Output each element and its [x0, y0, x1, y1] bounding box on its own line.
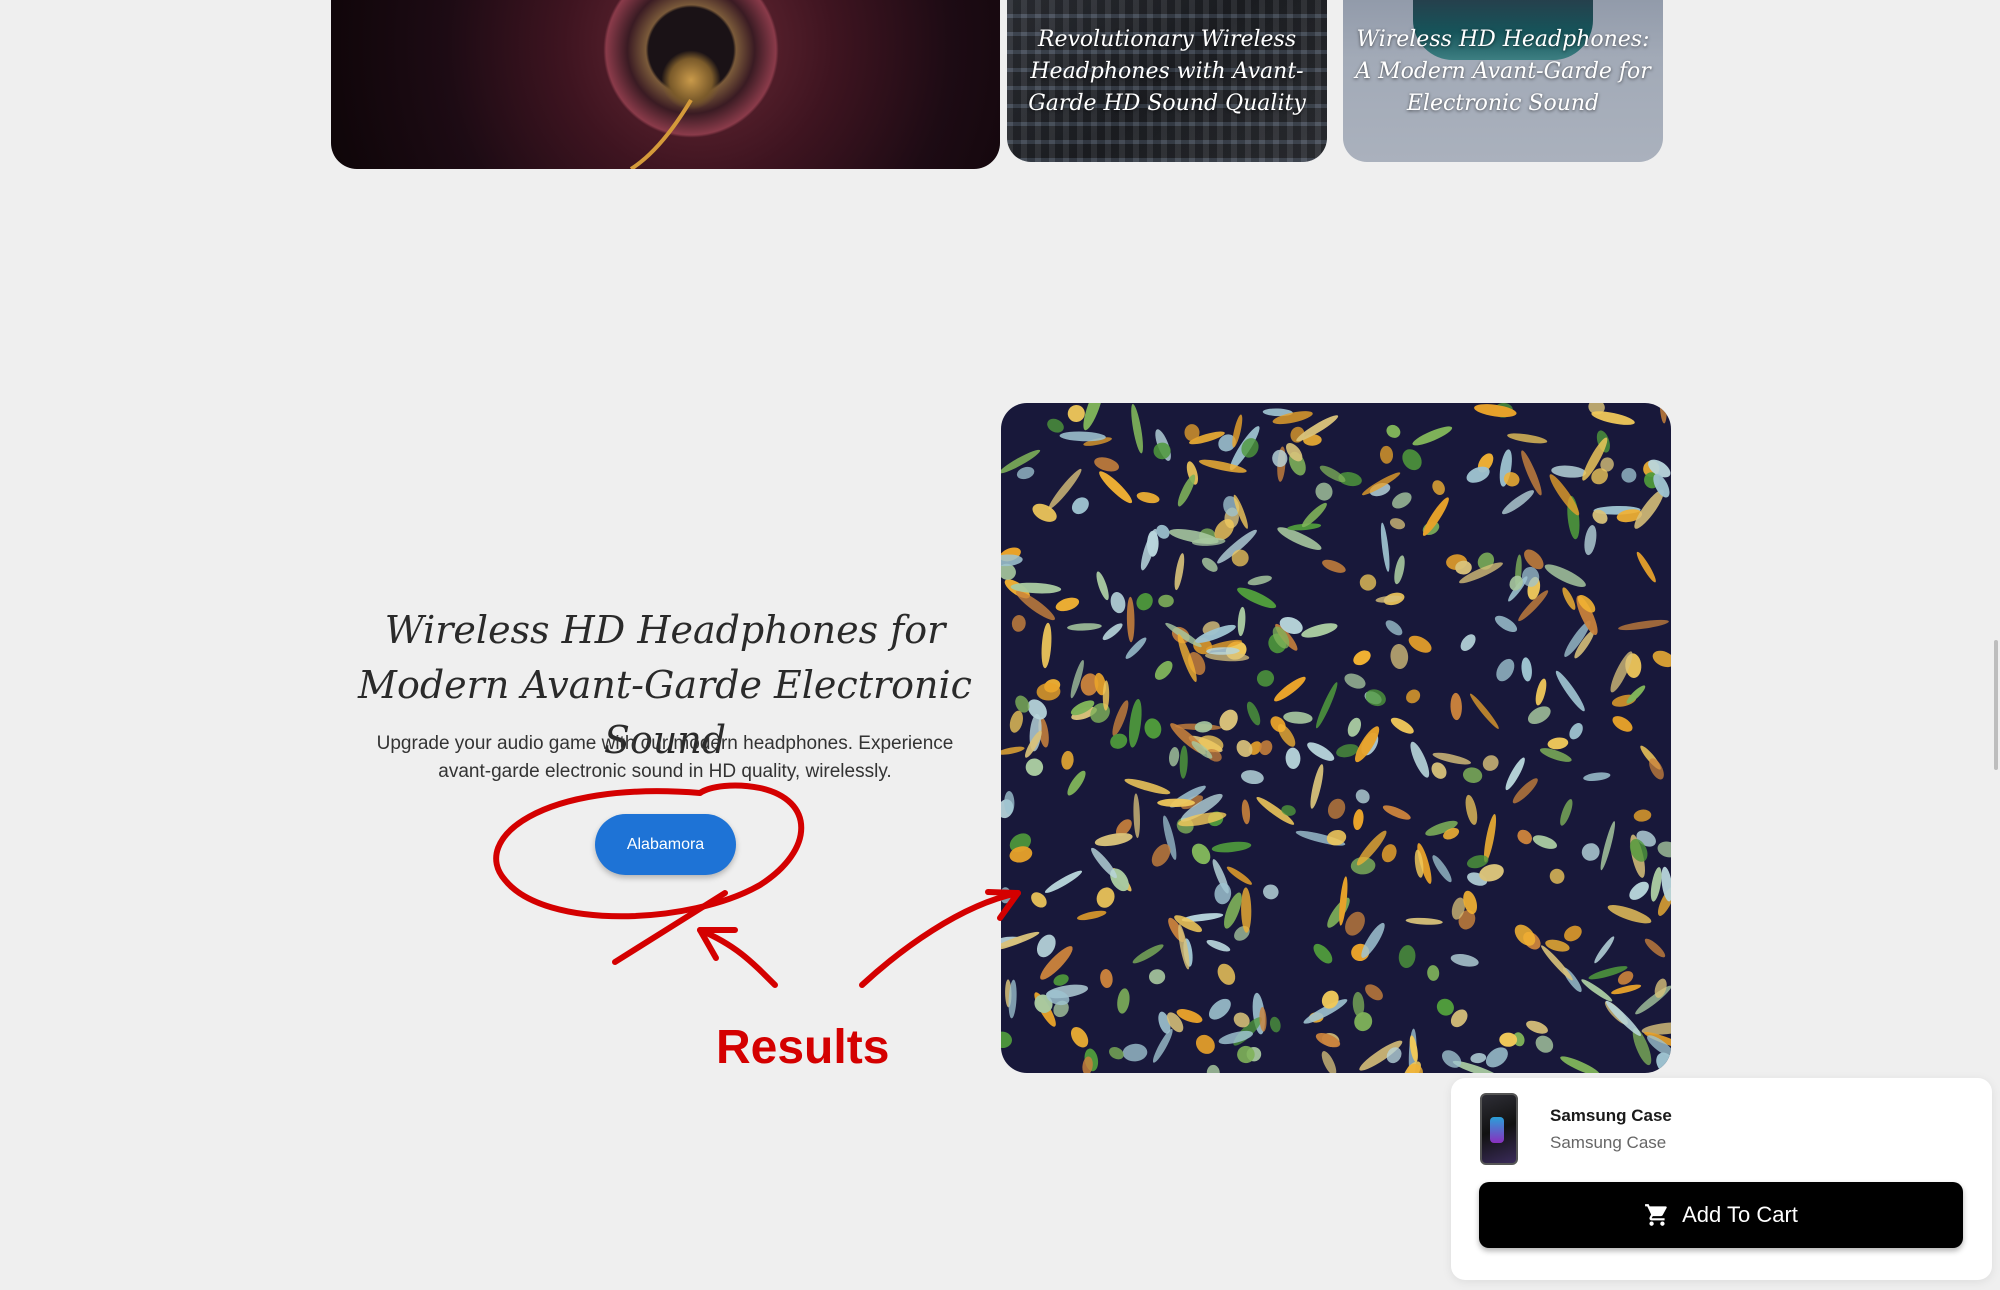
scrollbar-thumb[interactable] [1994, 640, 1998, 770]
annotation-circle [493, 782, 805, 920]
product-name: Samsung Case [1550, 1106, 1672, 1125]
cart-icon [1645, 1204, 1667, 1226]
cart-popup: Samsung Case Samsung Case Add To Cart [1451, 1078, 1992, 1280]
annotation-arrow-left [697, 927, 778, 988]
add-to-cart-label: Add To Cart [1682, 1202, 1798, 1227]
annotation-label: Results [716, 1021, 890, 1074]
annotation-arrow-right [859, 890, 1021, 988]
product-subtitle: Samsung Case [1550, 1133, 1667, 1152]
add-to-cart-button[interactable]: Add To Cart [1479, 1182, 1963, 1248]
product-thumbnail [1480, 1093, 1518, 1165]
